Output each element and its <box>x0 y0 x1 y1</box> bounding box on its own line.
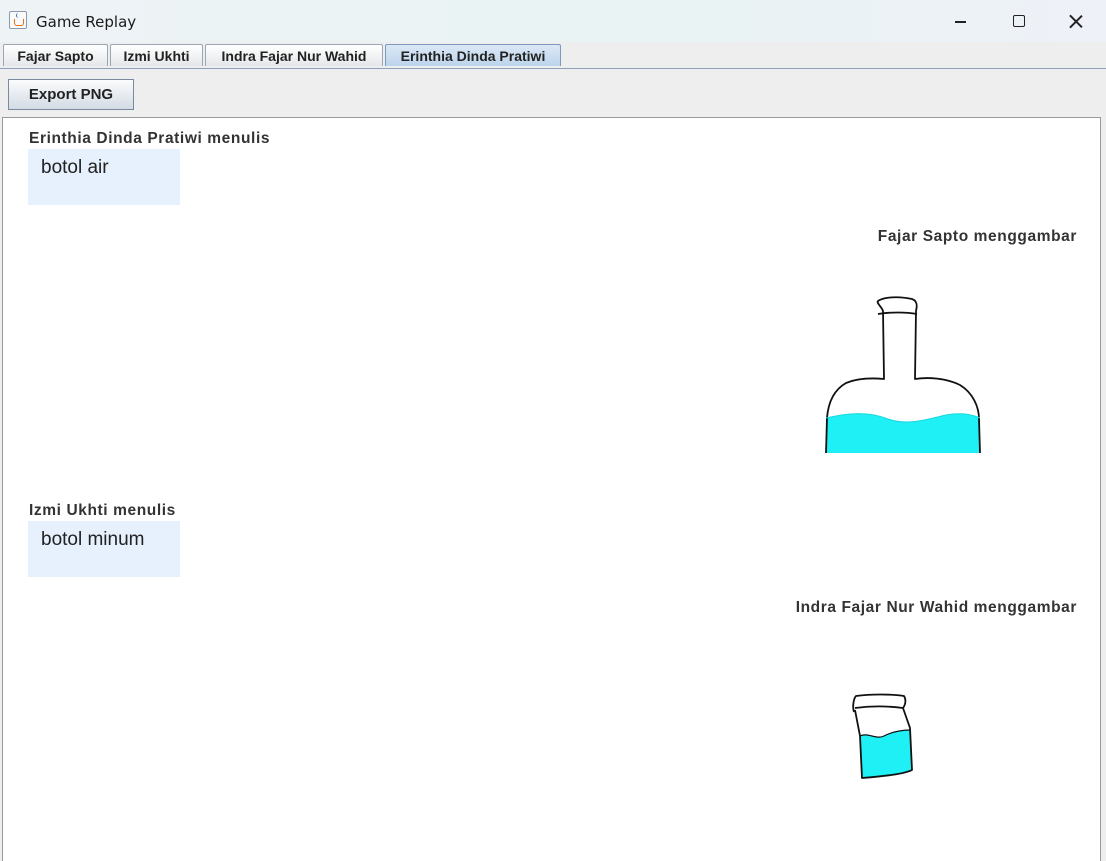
java-cup-icon <box>9 11 27 29</box>
title-bar: Game Replay <box>0 0 1106 42</box>
cup-drawing <box>852 693 913 779</box>
close-button[interactable] <box>1047 0 1105 42</box>
written-answer-text: botol air <box>41 157 109 178</box>
maximize-icon <box>1013 15 1025 27</box>
replay-panel: Erinthia Dinda Pratiwi menulis botol air… <box>2 117 1101 861</box>
player-tabs: Fajar Sapto Izmi Ukhti Indra Fajar Nur W… <box>0 42 1106 69</box>
bottle-drawing <box>825 296 981 454</box>
tab-erinthia-dinda-pratiwi[interactable]: Erinthia Dinda Pratiwi <box>385 44 561 66</box>
window-title: Game Replay <box>36 13 137 31</box>
bottle-water <box>826 413 980 453</box>
entry-label-draw-2: Indra Fajar Nur Wahid menggambar <box>795 599 1077 616</box>
cup-water <box>860 730 912 778</box>
written-answer-text-2: botol minum <box>41 529 145 550</box>
bottle-cap-line <box>877 311 918 315</box>
close-icon <box>1069 14 1083 28</box>
cup-rim-line <box>854 705 904 709</box>
export-png-button[interactable]: Export PNG <box>8 79 134 110</box>
tab-izmi-ukhti[interactable]: Izmi Ukhti <box>110 44 203 66</box>
entry-label-write-1: Erinthia Dinda Pratiwi menulis <box>29 130 271 147</box>
written-answer-box-2: botol minum <box>28 521 180 577</box>
minimize-button[interactable] <box>931 0 989 42</box>
tab-fajar-sapto[interactable]: Fajar Sapto <box>3 44 108 66</box>
written-answer-box: botol air <box>28 149 180 205</box>
entry-label-draw-1: Fajar Sapto menggambar <box>877 228 1077 245</box>
game-replay-window: Game Replay Fajar Sapto Izmi Ukhti Indra… <box>0 0 1106 861</box>
minimize-icon <box>955 21 966 23</box>
tab-indra-fajar-nur-wahid[interactable]: Indra Fajar Nur Wahid <box>205 44 383 66</box>
toolbar: Export PNG <box>2 69 1102 117</box>
entry-label-write-2: Izmi Ukhti menulis <box>29 502 176 519</box>
maximize-button[interactable] <box>989 0 1047 42</box>
